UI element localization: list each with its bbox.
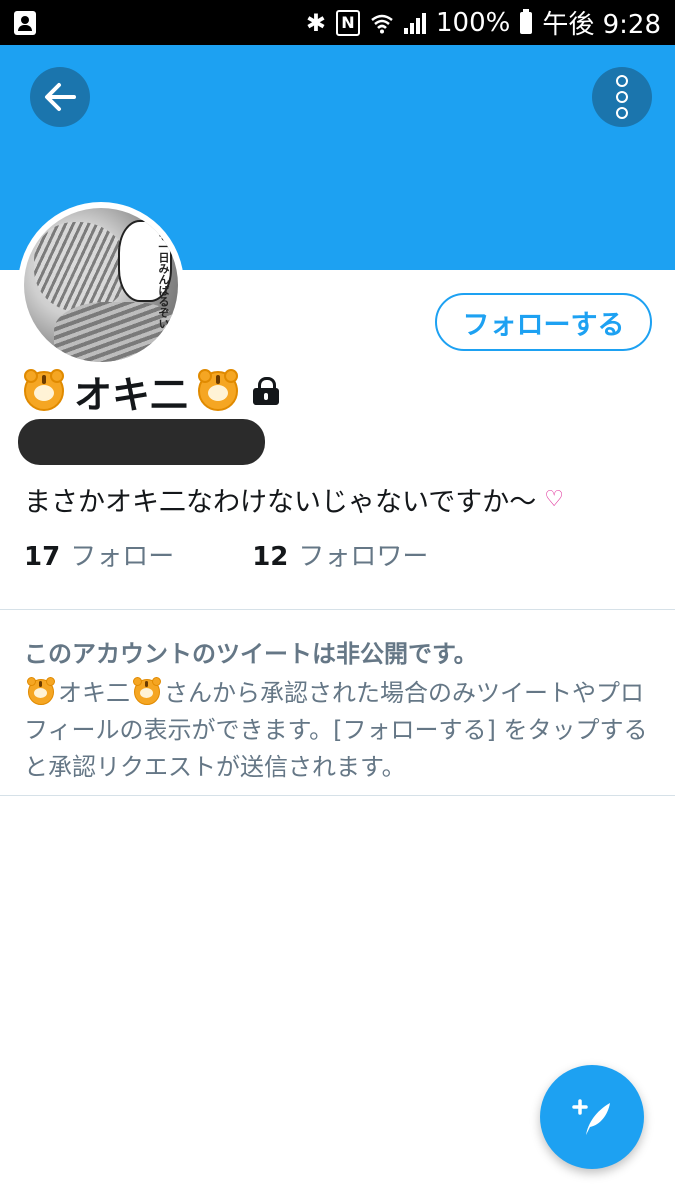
- contact-card-icon: [14, 10, 36, 35]
- follow-stats: 17 フォロー 12 フォロワー: [24, 536, 428, 573]
- status-icons: ✱ N 100% 午後 9:28: [306, 4, 661, 41]
- battery-percent: 100%: [436, 7, 511, 38]
- redacted-handle: [18, 419, 265, 465]
- bio-text: まさかオキ二なわけないじゃないですか〜: [24, 487, 537, 518]
- tiger-emoji-icon: [24, 369, 64, 411]
- sparkle-heart-icon: ♡: [544, 487, 564, 512]
- followers-label: フォロワー: [298, 542, 429, 572]
- protected-notice: このアカウントのツイートは非公開です。 オキ二 さんから承認された場合のみツイート…: [24, 634, 654, 786]
- display-name: オキ二: [74, 372, 189, 417]
- following-count: 17: [24, 542, 61, 572]
- followers-count: 12: [252, 542, 289, 572]
- compose-tweet-button[interactable]: [540, 1065, 644, 1169]
- bio: まさかオキ二なわけないじゃないですか〜 ♡: [24, 480, 564, 519]
- following-stat[interactable]: 17 フォロー: [24, 536, 174, 573]
- back-button[interactable]: [30, 67, 90, 127]
- following-label: フォロー: [70, 542, 175, 572]
- clock: 午後 9:28: [542, 10, 661, 40]
- nfc-icon: N: [336, 9, 360, 36]
- tiger-emoji-icon: [27, 677, 55, 705]
- avatar-image: も一日みんばるぞい: [24, 208, 178, 362]
- notice-body: オキ二 さんから承認された場合のみツイートやプロフィールの表示ができます。[フォロ…: [24, 675, 654, 786]
- compose-tweet-icon: [572, 1099, 610, 1135]
- arrow-left-icon: [45, 83, 76, 111]
- lock-icon: [252, 377, 280, 405]
- battery-icon: [520, 8, 533, 34]
- status-bar: ✱ N 100% 午後 9:28: [0, 0, 675, 45]
- follow-button[interactable]: フォローする: [435, 293, 652, 351]
- signal-icon: [404, 12, 426, 34]
- notice-title: このアカウントのツイートは非公開です。: [24, 640, 478, 668]
- divider: [0, 609, 675, 610]
- divider: [0, 795, 675, 796]
- tiger-emoji-icon: [198, 369, 239, 411]
- followers-stat[interactable]: 12 フォロワー: [252, 536, 428, 573]
- name-row: オキ二: [24, 366, 280, 417]
- bluetooth-icon: ✱: [305, 8, 326, 37]
- avatar-bubble-text: も一日みんばるぞい: [157, 230, 170, 329]
- notice-name: オキ二: [58, 679, 130, 707]
- more-vertical-icon: [616, 75, 628, 119]
- avatar[interactable]: も一日みんばるぞい: [18, 202, 184, 368]
- tiger-emoji-icon: [133, 677, 161, 705]
- wifi-icon: [371, 14, 393, 33]
- more-button[interactable]: [592, 67, 652, 127]
